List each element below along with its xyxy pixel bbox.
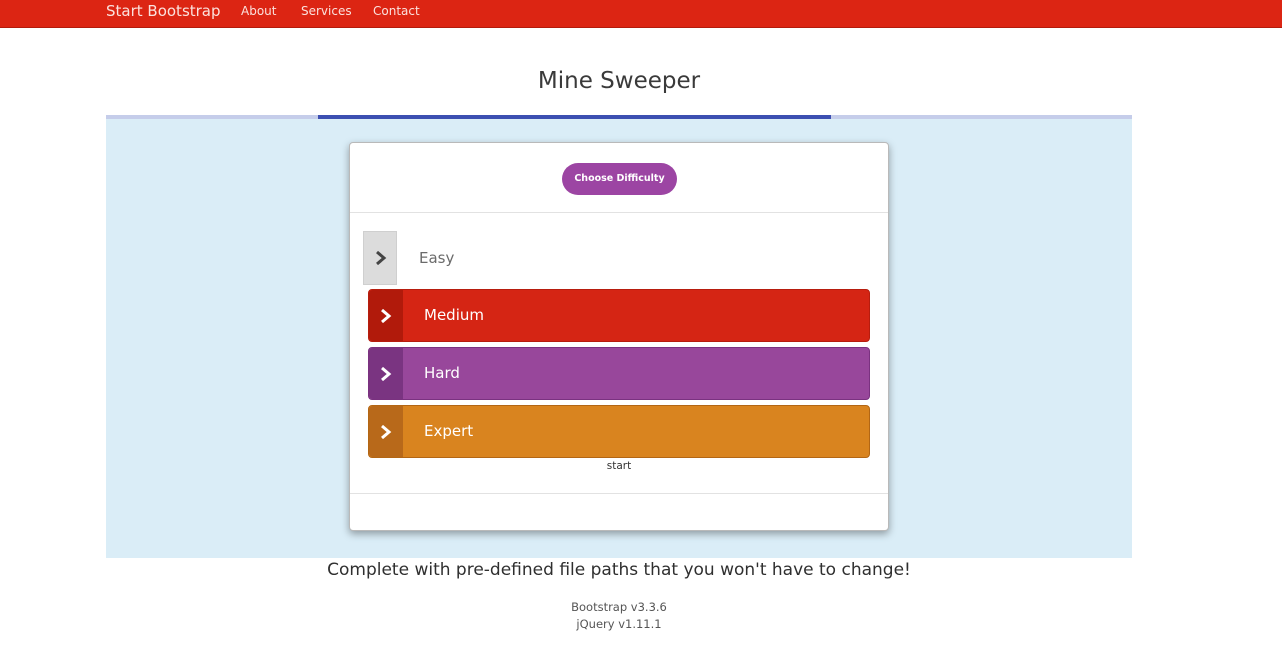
option-label: Expert [424, 422, 474, 440]
jquery-version: jQuery v1.11.1 [576, 617, 662, 631]
difficulty-option-medium[interactable]: Medium [368, 289, 870, 342]
option-chevron-box [369, 348, 403, 399]
option-chevron-box [369, 406, 403, 457]
tagline: Complete with pre-defined file paths tha… [327, 560, 911, 580]
choose-difficulty-button[interactable]: Choose Difficulty [562, 163, 677, 195]
nav-link-about[interactable]: About [241, 3, 276, 19]
difficulty-card: Choose Difficulty Easy Medium Hard Exper… [349, 142, 889, 531]
option-chevron-box [363, 231, 397, 285]
chevron-right-icon [381, 367, 392, 381]
option-label: Medium [424, 306, 484, 324]
option-label: Hard [424, 364, 460, 382]
option-label: Easy [419, 249, 455, 267]
difficulty-option-hard[interactable]: Hard [368, 347, 870, 400]
start-link[interactable]: start [350, 460, 888, 472]
card-header: Choose Difficulty [350, 143, 888, 213]
nav-link-contact[interactable]: Contact [373, 3, 420, 19]
brand-link[interactable]: Start Bootstrap [106, 1, 221, 21]
chevron-right-icon [381, 309, 392, 323]
chevron-right-icon [381, 425, 392, 439]
nav-link-services[interactable]: Services [301, 3, 352, 19]
difficulty-option-expert[interactable]: Expert [368, 405, 870, 458]
page-title: Mine Sweeper [537, 68, 701, 94]
card-footer-divider [350, 493, 888, 494]
difficulty-option-easy[interactable]: Easy [363, 231, 869, 285]
chevron-right-icon [376, 251, 387, 265]
option-chevron-box [369, 290, 403, 341]
navbar: Start Bootstrap About Services Contact [0, 0, 1282, 28]
bootstrap-version: Bootstrap v3.3.6 [571, 600, 667, 614]
